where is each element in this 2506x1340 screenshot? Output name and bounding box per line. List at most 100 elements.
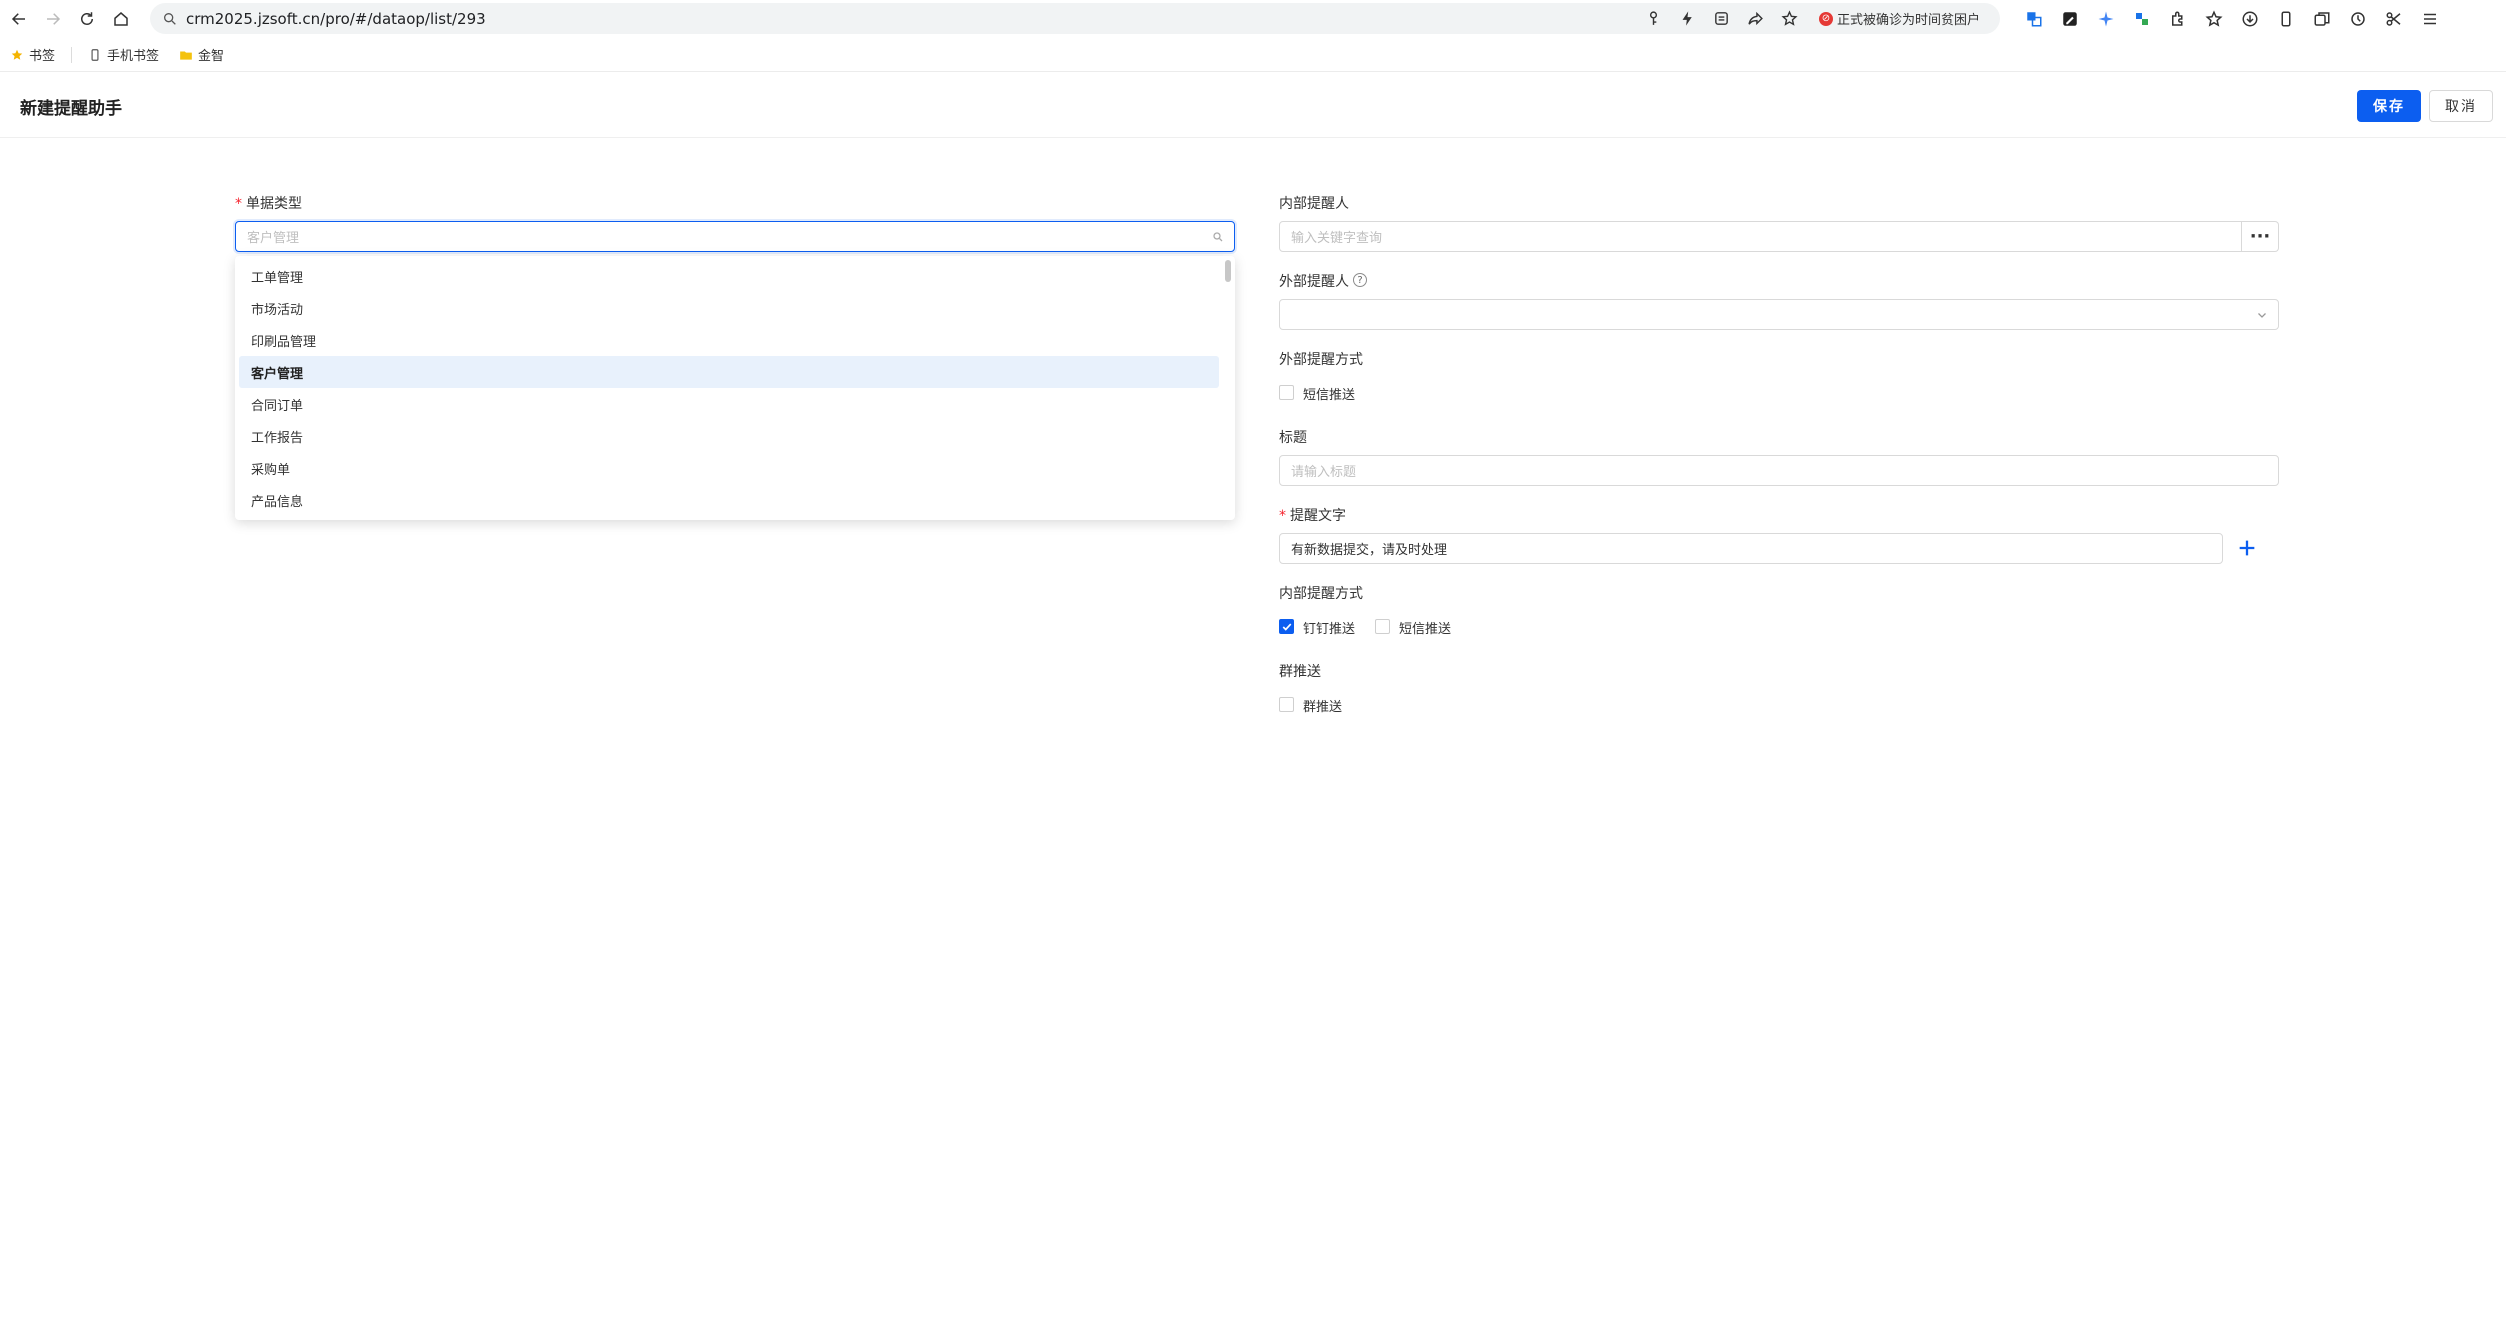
- internal-reminder-label: 内部提醒人: [1279, 196, 1349, 212]
- tabs-button[interactable]: [2304, 0, 2340, 38]
- download-icon: [2242, 11, 2258, 27]
- external-sms-label: 短信推送: [1303, 388, 1356, 403]
- dropdown-option-selected[interactable]: 客户管理: [239, 356, 1219, 388]
- dropdown-option[interactable]: 工单管理: [239, 260, 1219, 292]
- required-mark: *: [1279, 508, 1286, 524]
- address-tools: ⊘ 正式被确诊为时间贫困户: [1637, 3, 1988, 34]
- dropdown-option[interactable]: 印刷品管理: [239, 324, 1219, 356]
- share-button[interactable]: [1739, 3, 1773, 34]
- dropdown-option[interactable]: 合同订单: [239, 388, 1219, 420]
- dingtalk-label: 钉钉推送: [1303, 622, 1356, 637]
- reminder-text-input[interactable]: 有新数据提交，请及时处理: [1279, 533, 2223, 564]
- extensions-button[interactable]: [2160, 0, 2196, 38]
- dropdown-option[interactable]: 市场活动: [239, 292, 1219, 324]
- address-bar[interactable]: crm2025.jzsoft.cn/pro/#/dataop/list/293 …: [150, 3, 2000, 34]
- sparkle-icon: [2098, 11, 2114, 27]
- add-icon[interactable]: [2236, 537, 2258, 559]
- internal-reminder-input[interactable]: 输入关键字查询: [1279, 221, 2242, 252]
- reminder-text-label-text: 提醒文字: [1290, 508, 1346, 524]
- doc-type-placeholder: 客户管理: [247, 231, 300, 246]
- bookmark-label: 手机书签: [107, 49, 160, 64]
- dropdown-option[interactable]: 工作报告: [239, 420, 1219, 452]
- internal-method-label: 内部提醒方式: [1279, 586, 1363, 602]
- bookmark-star-button[interactable]: [1773, 3, 1807, 34]
- back-button[interactable]: [4, 4, 34, 34]
- dropdown-option[interactable]: 产品信息: [239, 484, 1219, 516]
- search-icon: [164, 12, 176, 25]
- chevron-down-icon: [2258, 313, 2266, 318]
- star-outline-icon: [2205, 10, 2223, 27]
- tabs-icon: [2314, 12, 2330, 26]
- arrow-left-icon: [11, 13, 25, 25]
- more-button[interactable]: ···: [2242, 221, 2279, 252]
- doc-type-label: * 单据类型: [235, 193, 302, 213]
- edit-extension-button[interactable]: [2052, 0, 2088, 38]
- translate-button[interactable]: [2016, 0, 2052, 38]
- favorites-button[interactable]: [2196, 0, 2232, 38]
- internal-sms-checkbox[interactable]: [1375, 619, 1390, 634]
- title-label: 标题: [1279, 430, 1307, 446]
- external-reminder-label: 外部提醒人: [1279, 274, 1349, 290]
- cancel-button[interactable]: 取消: [2429, 90, 2493, 122]
- dropdown-option[interactable]: 采购单: [239, 452, 1219, 484]
- required-mark: *: [235, 196, 242, 212]
- bookmark-item[interactable]: 书签: [10, 45, 55, 64]
- title-input[interactable]: 请输入标题: [1279, 455, 2279, 486]
- phone-icon: [91, 48, 99, 61]
- external-sms-checkbox[interactable]: [1279, 385, 1294, 400]
- internal-sms-label: 短信推送: [1399, 622, 1452, 637]
- bookmark-item[interactable]: 手机书签: [88, 45, 159, 64]
- menu-button[interactable]: [2412, 0, 2448, 38]
- bookmark-item[interactable]: 金智: [179, 45, 224, 64]
- bookmark-divider: [71, 46, 73, 63]
- address-url: crm2025.jzsoft.cn/pro/#/dataop/list/293: [186, 9, 486, 28]
- page-title: 新建提醒助手: [20, 99, 122, 119]
- key-icon: [1650, 11, 1658, 25]
- translate-icon: [2027, 12, 2042, 27]
- key-button[interactable]: [1637, 3, 1671, 34]
- warning-icon: ⊘: [1818, 11, 1833, 26]
- ai-button[interactable]: [2088, 0, 2124, 38]
- search-icon: [1213, 232, 1223, 242]
- reader-icon: [1715, 12, 1729, 25]
- dropdown-scrollbar[interactable]: [1225, 260, 1231, 282]
- doc-type-dropdown: 工单管理 市场活动 印刷品管理 客户管理 合同订单 工作报告 采购单 产品信息: [235, 256, 1235, 520]
- bookmark-label: 金智: [198, 49, 225, 64]
- cube-extension-button[interactable]: [2124, 0, 2160, 38]
- star-icon: [11, 49, 23, 60]
- screenshot-button[interactable]: [2376, 0, 2412, 38]
- history-button[interactable]: [2340, 0, 2376, 38]
- bookmarks-bar: 书签 手机书签 金智: [0, 38, 2506, 72]
- doc-type-label-text: 单据类型: [246, 196, 302, 212]
- download-button[interactable]: [2232, 0, 2268, 38]
- history-icon: [2351, 12, 2365, 26]
- home-button[interactable]: [106, 4, 136, 34]
- menu-icon: [2424, 13, 2436, 25]
- check-icon: [1282, 623, 1292, 631]
- pen-icon: [2063, 12, 2077, 26]
- external-reminder-select[interactable]: [1279, 299, 2279, 330]
- internal-reminder-placeholder: 输入关键字查询: [1291, 231, 1383, 246]
- extension-toolbar: [2016, 0, 2448, 38]
- dingtalk-checkbox[interactable]: [1279, 619, 1294, 634]
- lightning-icon: [1683, 11, 1693, 26]
- reload-button[interactable]: [72, 4, 102, 34]
- group-push-label: 群推送: [1279, 664, 1321, 680]
- group-push-option-label: 群推送: [1303, 700, 1343, 715]
- reader-button[interactable]: [1705, 3, 1739, 34]
- save-button[interactable]: 保存: [2357, 90, 2421, 122]
- puzzle-icon: [2172, 11, 2183, 26]
- folder-icon: [180, 51, 192, 60]
- title-placeholder: 请输入标题: [1291, 465, 1357, 480]
- doc-type-select[interactable]: 客户管理: [235, 221, 1235, 252]
- help-icon[interactable]: ?: [1353, 273, 1367, 287]
- phone-button[interactable]: [2268, 0, 2304, 38]
- reminder-text-label: * 提醒文字: [1279, 505, 1346, 525]
- page-header: 新建提醒助手 保存 取消: [0, 72, 2506, 138]
- cube-icon: [2136, 13, 2148, 25]
- forward-button[interactable]: [38, 4, 68, 34]
- lightning-button[interactable]: [1671, 3, 1705, 34]
- warning-text: 正式被确诊为时间贫困户: [1836, 13, 1980, 28]
- warning-badge[interactable]: ⊘ 正式被确诊为时间贫困户: [1818, 9, 1980, 28]
- group-push-checkbox[interactable]: [1279, 697, 1294, 712]
